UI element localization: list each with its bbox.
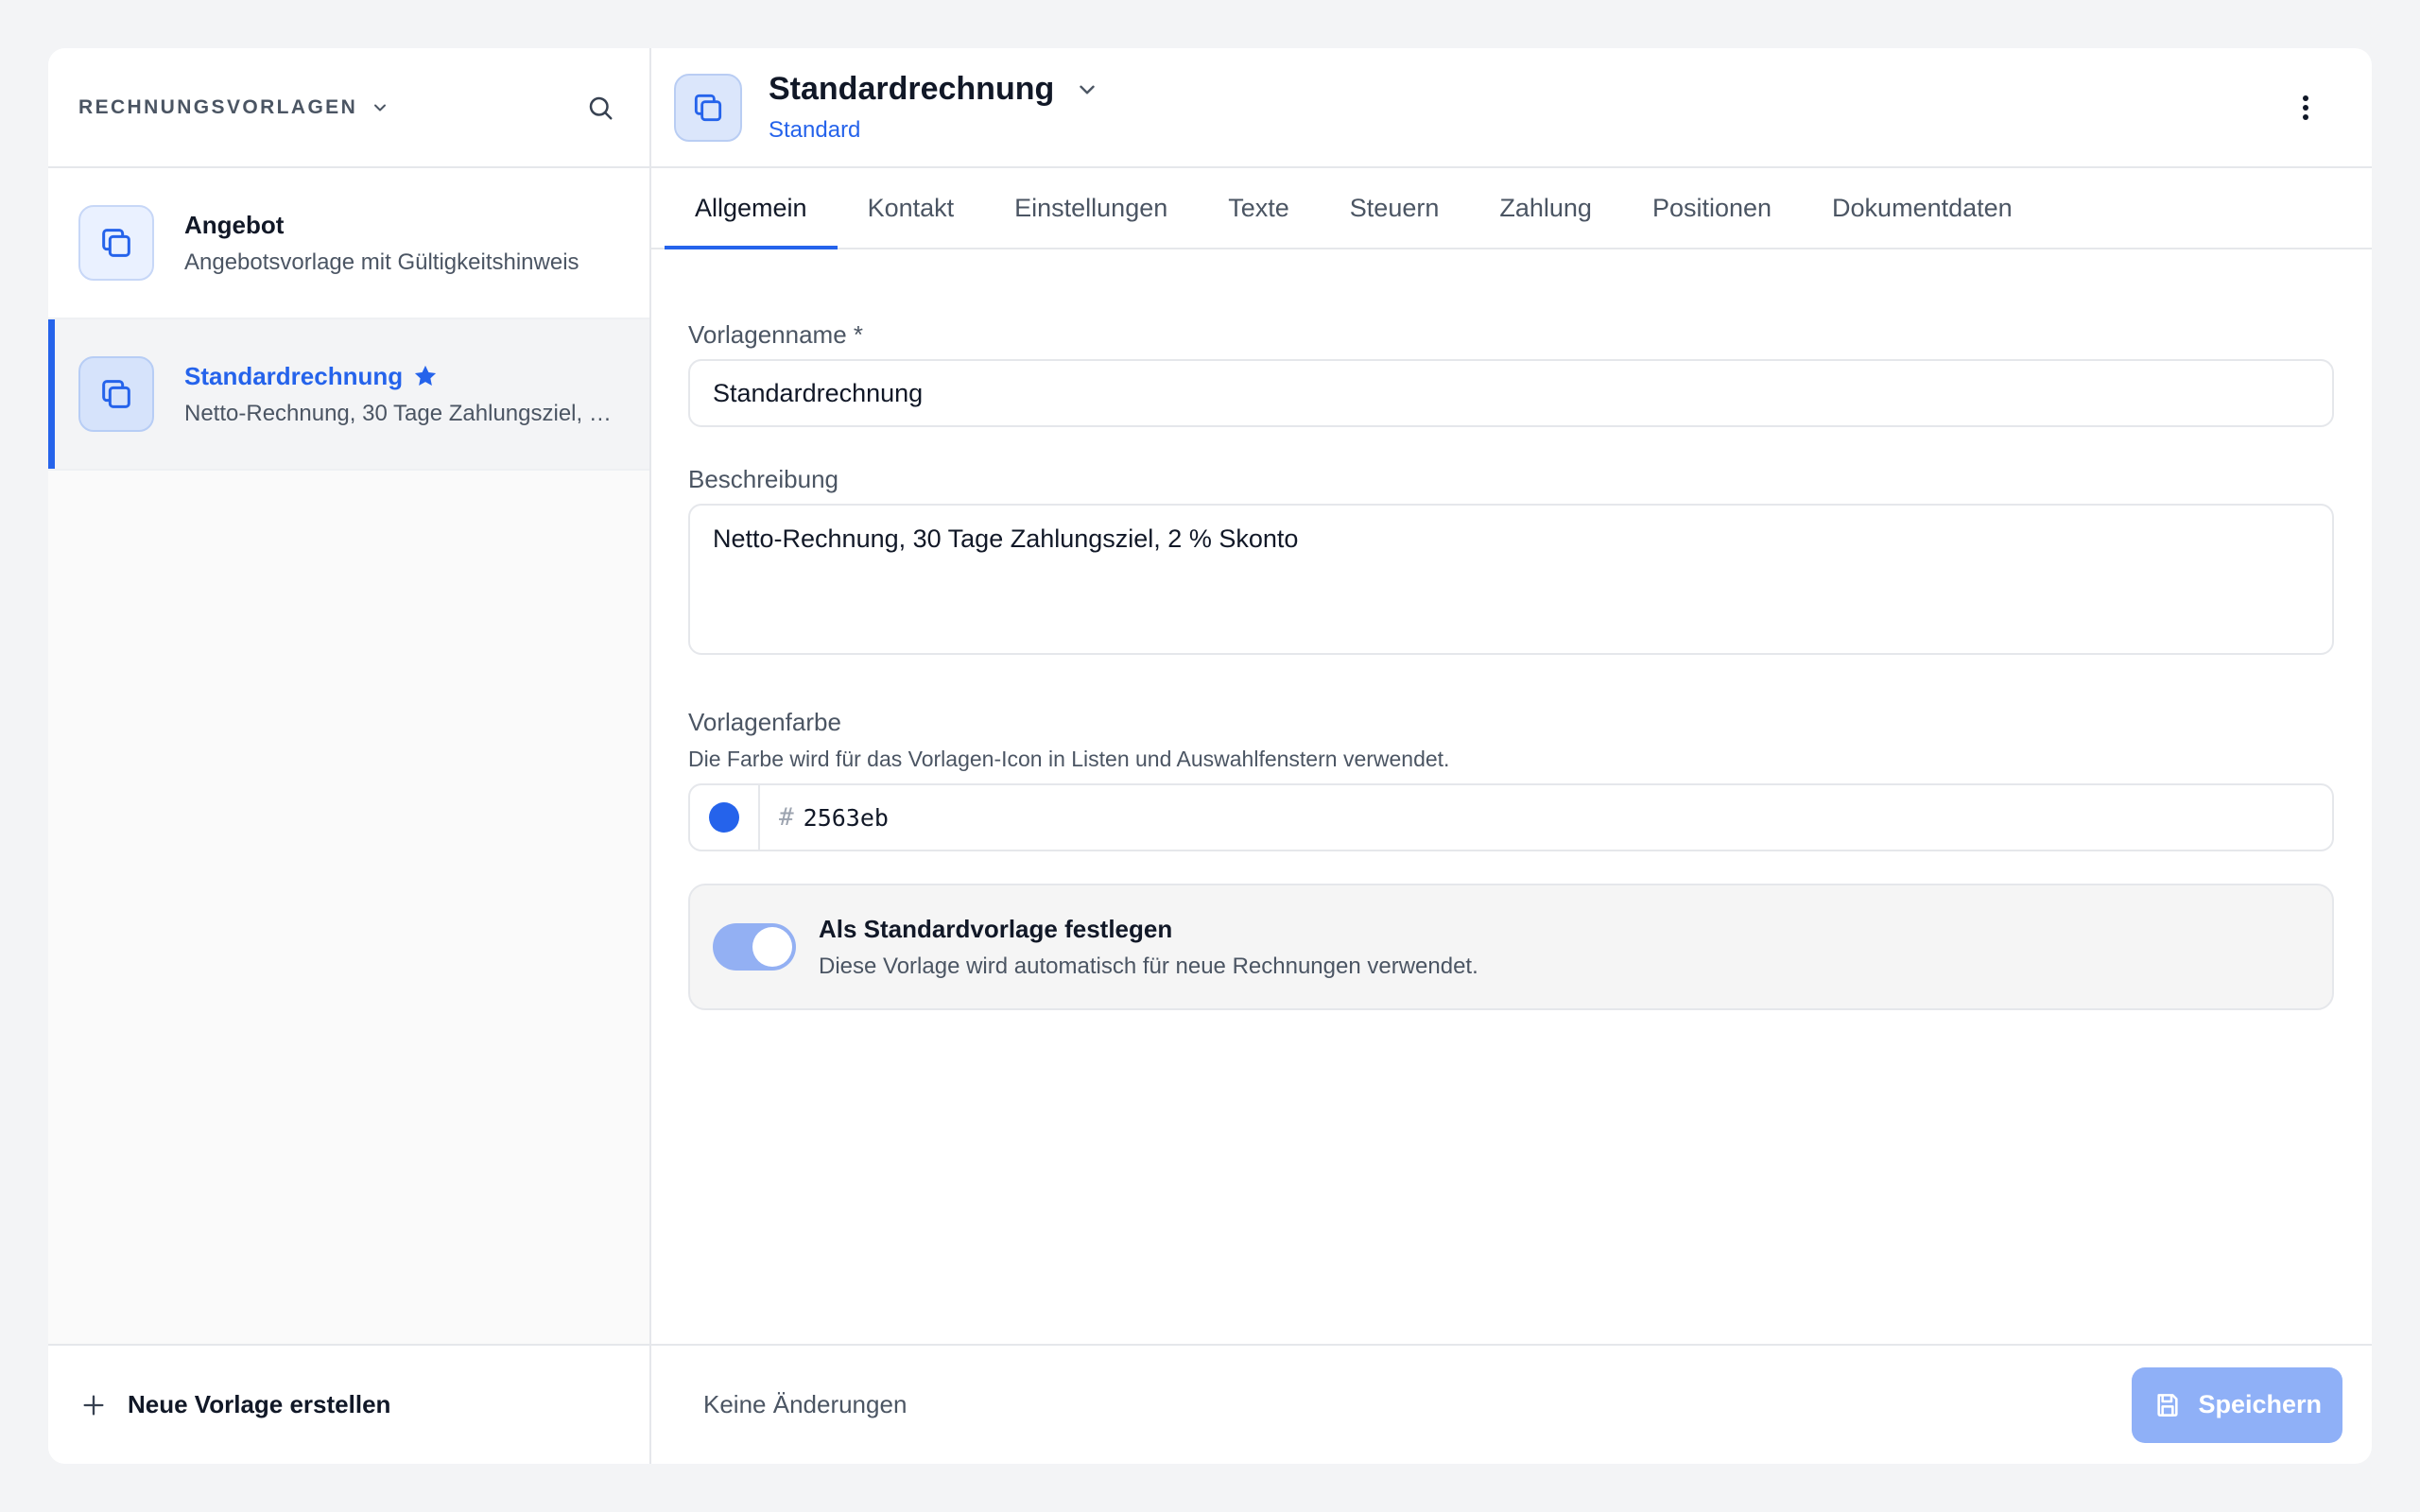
template-editor: Standardrechnung Standard Allgemein Kont… bbox=[651, 48, 2372, 1464]
app-window: RECHNUNGSVORLAGEN Angebot Angebotsvorlag… bbox=[48, 48, 2372, 1464]
tab-zahlung[interactable]: Zahlung bbox=[1469, 168, 1622, 248]
sidebar-header: RECHNUNGSVORLAGEN bbox=[48, 48, 649, 168]
search-icon[interactable] bbox=[581, 89, 619, 127]
list-item-description: Netto-Rechnung, 30 Tage Zahlungsziel, 2 … bbox=[184, 400, 619, 426]
color-hex-value: 2563eb bbox=[803, 803, 889, 832]
tab-kontakt[interactable]: Kontakt bbox=[838, 168, 985, 248]
chevron-down-icon[interactable] bbox=[371, 98, 389, 117]
color-hex-input[interactable]: # 2563eb bbox=[760, 785, 889, 850]
save-button[interactable]: Speichern bbox=[2132, 1366, 2342, 1443]
chevron-down-icon[interactable] bbox=[1075, 77, 1099, 102]
template-color-help: Die Farbe wird für das Vorlagen-Icon in … bbox=[688, 747, 1450, 771]
copy-icon bbox=[78, 356, 154, 432]
tab-dokumentdaten[interactable]: Dokumentdaten bbox=[1802, 168, 2043, 248]
tab-einstellungen[interactable]: Einstellungen bbox=[984, 168, 1198, 248]
description-textarea[interactable]: Netto-Rechnung, 30 Tage Zahlungsziel, 2 … bbox=[688, 504, 2334, 655]
copy-icon bbox=[78, 205, 154, 281]
editor-header: Standardrechnung Standard bbox=[651, 48, 2372, 168]
color-swatch bbox=[709, 802, 739, 833]
template-list: Angebot Angebotsvorlage mit Gültigkeitsh… bbox=[48, 168, 649, 1344]
list-item-description: Angebotsvorlage mit Gültigkeitshinweis bbox=[184, 249, 579, 275]
template-sidebar: RECHNUNGSVORLAGEN Angebot Angebotsvorlag… bbox=[48, 48, 651, 1464]
plus-icon bbox=[80, 1392, 107, 1418]
default-badge: Standard bbox=[769, 117, 861, 143]
template-color-label: Vorlagenfarbe bbox=[688, 708, 841, 736]
new-template-label: Neue Vorlage erstellen bbox=[128, 1390, 391, 1418]
tab-allgemein[interactable]: Allgemein bbox=[665, 168, 838, 249]
toggle-description: Diese Vorlage wird automatisch für neue … bbox=[819, 953, 1478, 979]
toggle-knob bbox=[752, 927, 792, 967]
toggle-title: Als Standardvorlage festlegen bbox=[819, 914, 1173, 943]
list-item-standardrechnung[interactable]: Standardrechnung Netto-Rechnung, 30 Tage… bbox=[48, 319, 649, 471]
save-icon bbox=[2152, 1390, 2183, 1420]
tab-texte[interactable]: Texte bbox=[1198, 168, 1320, 248]
page-title: Standardrechnung bbox=[769, 71, 1055, 107]
description-label: Beschreibung bbox=[688, 465, 838, 493]
list-item-name: Angebot bbox=[184, 210, 285, 239]
template-name-label: Vorlagenname * bbox=[688, 320, 864, 349]
more-vertical-icon[interactable] bbox=[2287, 89, 2325, 127]
template-color-field: # 2563eb bbox=[688, 783, 2334, 851]
tab-bar: Allgemein Kontakt Einstellungen Texte St… bbox=[651, 168, 2372, 249]
star-icon bbox=[412, 363, 439, 389]
editor-footer: Keine Änderungen Speichern bbox=[651, 1344, 2372, 1464]
template-name-input[interactable]: Standardrechnung bbox=[688, 359, 2334, 427]
copy-icon bbox=[674, 73, 742, 142]
general-form: Vorlagenname * Standardrechnung Beschrei… bbox=[651, 249, 2372, 1344]
save-button-label: Speichern bbox=[2198, 1390, 2322, 1418]
sidebar-title[interactable]: RECHNUNGSVORLAGEN bbox=[78, 96, 357, 119]
list-item-name: Standardrechnung bbox=[184, 361, 404, 390]
list-item-angebot[interactable]: Angebot Angebotsvorlage mit Gültigkeitsh… bbox=[48, 168, 649, 319]
color-swatch-button[interactable] bbox=[690, 785, 760, 850]
hash-prefix: # bbox=[779, 803, 794, 832]
tab-positionen[interactable]: Positionen bbox=[1622, 168, 1802, 248]
new-template-button[interactable]: Neue Vorlage erstellen bbox=[48, 1344, 649, 1464]
default-template-card: Als Standardvorlage festlegen Diese Vorl… bbox=[688, 884, 2334, 1010]
default-template-toggle[interactable] bbox=[713, 923, 796, 971]
save-status: Keine Änderungen bbox=[703, 1390, 908, 1418]
tab-steuern[interactable]: Steuern bbox=[1320, 168, 1470, 248]
